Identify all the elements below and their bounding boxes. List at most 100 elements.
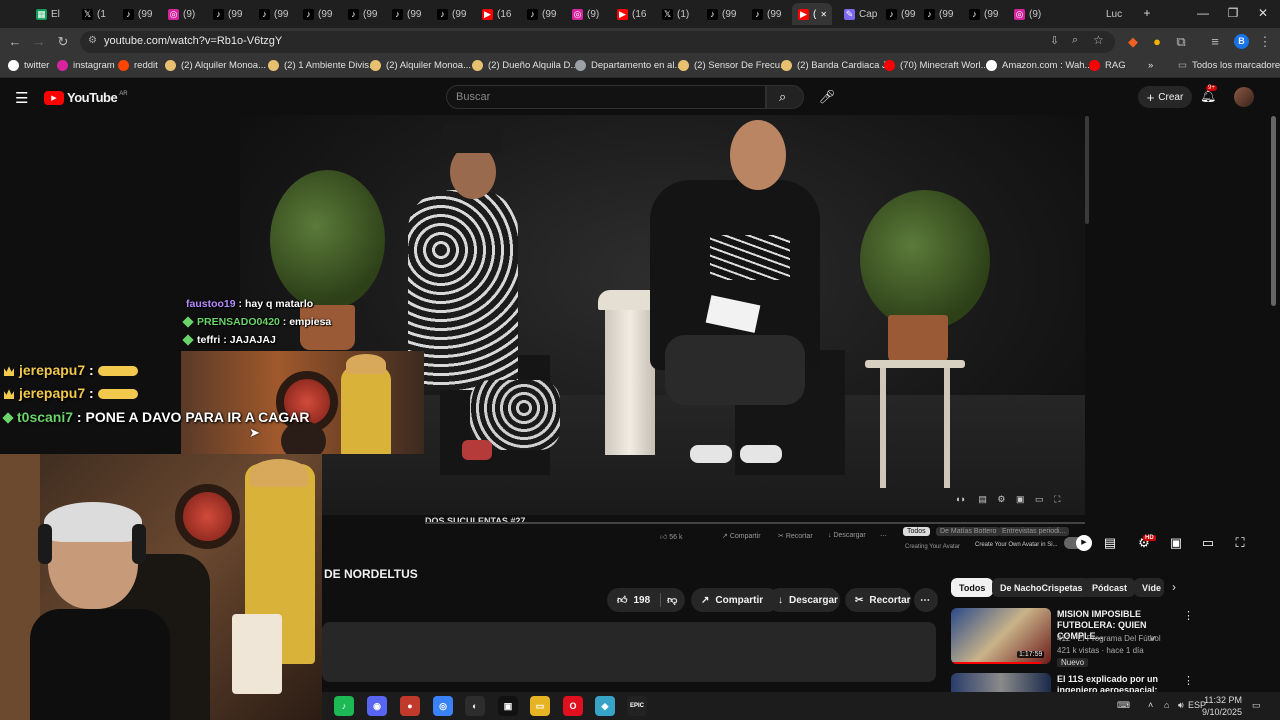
browser-tab[interactable]: ♪ (99 — [386, 3, 426, 25]
recommendation-thumbnail-1[interactable]: 1:17:59 — [951, 608, 1051, 664]
notifications-icon[interactable]: ▭ — [1252, 700, 1261, 711]
chip-videos[interactable]: Víde — [1134, 578, 1164, 597]
restore-icon[interactable]: ❐ — [1222, 4, 1244, 22]
browser-tab[interactable]: ♪ (99 — [431, 3, 471, 25]
chrome-menu-icon[interactable]: ⋮ — [1256, 33, 1274, 51]
browser-tab[interactable]: ▶ (✕ — [792, 3, 832, 25]
browser-tab[interactable]: ♪ (99 — [880, 3, 920, 25]
recommendation-menu-icon-2[interactable]: ⋮ — [1183, 674, 1194, 687]
browser-tab[interactable]: Luc — [1100, 3, 1134, 25]
bookmark-item[interactable]: (2) Sensor De Frecu... — [678, 60, 788, 71]
bookmark-item[interactable]: (2) Banda Cardiaca J... — [781, 60, 895, 71]
description-box[interactable] — [322, 622, 936, 682]
obs-app-icon[interactable]: ◐ — [465, 696, 485, 716]
discord-app-icon[interactable]: ◉ — [367, 696, 387, 716]
reload-icon[interactable]: ↻ — [54, 33, 72, 51]
browser-tab[interactable]: ▦ El — [30, 3, 70, 25]
bookmark-item[interactable]: (2) 1 Ambiente Divis... — [268, 60, 377, 71]
recommendation-channel-1[interactable]: 412 - El Programa Del Fútbol — [1057, 634, 1161, 643]
epic-app-icon[interactable]: EPIC — [627, 696, 647, 716]
volume-icon[interactable]: 🔊︎ — [1178, 700, 1184, 711]
notes-app-icon[interactable]: ◆ — [595, 696, 615, 716]
browser-tab[interactable]: ♪ (99 — [701, 3, 741, 25]
browser-tab[interactable]: ♪ (99 — [253, 3, 293, 25]
opera-app-icon[interactable]: O — [563, 696, 583, 716]
bookmark-item[interactable]: (2) Alquiler Monoa... — [165, 60, 266, 71]
like-button[interactable]: 👍︎ 198 👎︎ — [607, 588, 685, 612]
theater-mode-icon[interactable]: ▭ — [1198, 534, 1218, 552]
voice-search-icon[interactable]: 🎤︎ — [815, 85, 839, 109]
recommendation-thumbnail-2[interactable] — [951, 673, 1051, 693]
reading-list-icon[interactable]: ≡ — [1206, 33, 1224, 51]
browser-tab[interactable]: 𝕏 (1) — [656, 3, 696, 25]
more-actions-button[interactable]: ⋯ — [914, 588, 938, 612]
zoom-icon[interactable]: ⌕ — [1072, 34, 1078, 47]
browser-tab[interactable]: 𝕏 (1 — [76, 3, 116, 25]
extension-fox-icon[interactable]: ◆ — [1124, 33, 1142, 51]
thumbs-down-icon[interactable]: 👎︎ — [667, 594, 677, 606]
chips-next-icon[interactable]: › — [1172, 580, 1176, 594]
install-app-icon[interactable]: ⇩ — [1050, 34, 1059, 47]
chip-podcast[interactable]: Pódcast — [1084, 578, 1136, 597]
user-avatar[interactable] — [1234, 87, 1254, 107]
hamburger-menu-icon[interactable]: ☰ — [15, 89, 28, 107]
bookmark-item[interactable]: reddit — [118, 60, 158, 71]
spotify-app-icon[interactable]: ♪ — [334, 696, 354, 716]
clock-time[interactable]: 11:32 PM — [1202, 695, 1242, 705]
capcut-app-icon[interactable]: ▣ — [498, 696, 518, 716]
bookmark-star-icon[interactable]: ☆ — [1093, 33, 1104, 47]
subtitles-icon[interactable]: ▤ — [1100, 534, 1120, 552]
browser-tab[interactable]: ✎ Cap — [838, 3, 878, 25]
browser-tab[interactable]: ♪ (99 — [297, 3, 337, 25]
tray-overflow-icon[interactable]: ˄ — [1148, 700, 1153, 710]
bookmark-item[interactable]: Departamento en al... — [575, 60, 682, 71]
bookmark-item[interactable]: (2) Alquiler Monoa... — [370, 60, 471, 71]
bookmark-item[interactable]: twitter — [8, 60, 49, 71]
mini-autoplay-icon[interactable]: ◖◗ — [955, 494, 966, 504]
bookmark-item[interactable]: Amazon.com : Wah... — [986, 60, 1092, 71]
tray-keyboard-icon[interactable]: ⌨ — [1117, 700, 1130, 711]
bookmark-item[interactable]: (2) Dueño Alquila D... — [472, 60, 578, 71]
chrome-app-icon[interactable]: ◎ — [433, 696, 453, 716]
forward-icon[interactable]: → — [30, 33, 48, 51]
bookmark-item[interactable]: RAG — [1089, 60, 1126, 71]
extensions-icon[interactable]: ⧉ — [1172, 33, 1190, 51]
browser-tab[interactable]: ▶ (16 — [476, 3, 516, 25]
browser-tab[interactable]: ◎ (9) — [1008, 3, 1048, 25]
browser-tab[interactable]: ♪ (99 — [918, 3, 958, 25]
recommendation-menu-icon-1[interactable]: ⋮ — [1183, 609, 1194, 622]
browser-tab[interactable]: ♪ (99 — [746, 3, 786, 25]
fullscreen-icon[interactable]: ⛶ — [1230, 534, 1250, 552]
mini-fullscreen-icon[interactable]: ⛶ — [1054, 494, 1060, 504]
browser-tab[interactable]: ◎ (9) — [162, 3, 202, 25]
minimize-icon[interactable]: — — [1192, 4, 1214, 22]
video-player[interactable] — [240, 115, 1085, 515]
browser-tab[interactable]: ♪ (99 — [521, 3, 561, 25]
bookmark-item[interactable]: instagram — [57, 60, 115, 71]
clip-button[interactable]: ✂ Recortar — [845, 588, 911, 612]
profile-avatar[interactable]: B — [1234, 34, 1249, 49]
recorder-app-icon[interactable]: ● — [400, 696, 420, 716]
browser-tab[interactable]: ▶ (16 — [611, 3, 651, 25]
autoplay-toggle[interactable]: ▶ — [1064, 535, 1092, 551]
browser-tab[interactable]: ♪ (99 — [117, 3, 157, 25]
download-button[interactable]: ↓ Descargar — [768, 588, 840, 612]
clock-date[interactable]: 9/10/2025 — [1198, 707, 1242, 717]
site-info-icon[interactable]: ⚙ — [88, 35, 97, 46]
mini-miniplayer-icon[interactable]: ▣ — [1016, 494, 1025, 504]
close-window-icon[interactable]: ✕ — [1252, 4, 1274, 22]
back-icon[interactable]: ← — [6, 33, 24, 51]
chip-all[interactable]: Todos — [951, 578, 994, 597]
bookmarks-overflow-icon[interactable]: » — [1148, 60, 1153, 71]
browser-tab[interactable]: ◎ (9) — [566, 3, 606, 25]
mini-theater-icon[interactable]: ▭ — [1035, 494, 1044, 504]
search-button[interactable]: ⌕ — [766, 85, 804, 109]
address-bar[interactable]: ⚙ youtube.com/watch?v=Rb1o-V6tzgY ⇩ ⌕ ☆ — [80, 31, 1115, 53]
network-icon[interactable]: ⌂ — [1164, 700, 1169, 710]
browser-tab[interactable]: ♪ (99 — [963, 3, 1003, 25]
page-scrollbar[interactable] — [1271, 116, 1276, 306]
all-bookmarks-button[interactable]: ▭ Todos los marcadores — [1178, 60, 1280, 71]
mini-settings-icon[interactable]: ⚙ — [997, 494, 1005, 504]
files-app-icon[interactable]: ▭ — [530, 696, 550, 716]
search-input[interactable]: Buscar — [446, 85, 766, 109]
